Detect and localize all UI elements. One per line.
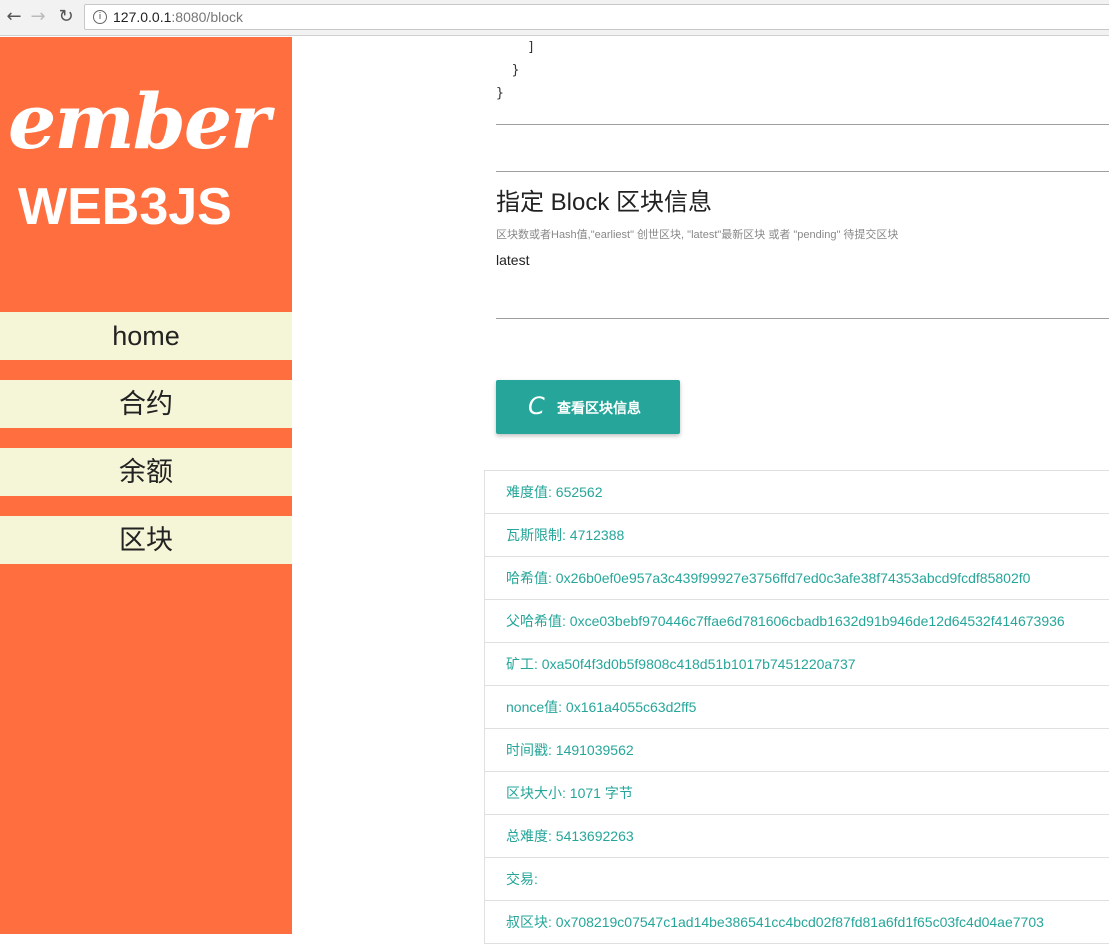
sidebar-item-contract[interactable]: 合约 bbox=[0, 380, 292, 428]
list-item-hash: 哈希值: 0x26b0ef0e957a3c439f99927e3756ffd7e… bbox=[485, 557, 1109, 600]
list-item-difficulty: 难度值: 652562 bbox=[485, 471, 1109, 514]
divider bbox=[496, 124, 1109, 125]
url-host: 127.0.0.1 bbox=[113, 9, 172, 25]
section-title: 指定 Block 区块信息 bbox=[496, 189, 713, 216]
info-icon[interactable]: i bbox=[93, 10, 107, 24]
list-item-gas-limit: 瓦斯限制: 4712388 bbox=[485, 514, 1109, 557]
address-bar[interactable]: i 127.0.0.1:8080/block bbox=[84, 4, 1109, 30]
list-item-uncles: 叔区块: 0x708219c07547c1ad14be386541cc4bcd0… bbox=[485, 901, 1109, 944]
list-item-total-difficulty: 总难度: 5413692263 bbox=[485, 815, 1109, 858]
code-line: } bbox=[496, 86, 504, 101]
forward-arrow-icon[interactable]: → bbox=[28, 7, 48, 27]
list-item-parent-hash: 父哈希值: 0xce03bebf970446c7ffae6d781606cbad… bbox=[485, 600, 1109, 643]
code-line: ] bbox=[496, 40, 536, 55]
input-underline bbox=[496, 318, 1109, 319]
url-path: :8080/block bbox=[171, 9, 243, 25]
code-line: } bbox=[496, 63, 520, 78]
sidebar-item-balance[interactable]: 余额 bbox=[0, 448, 292, 496]
json-output-tail: ] }} bbox=[496, 36, 535, 105]
ember-logo: ember bbox=[8, 77, 270, 166]
sidebar-item-home[interactable]: home bbox=[0, 312, 292, 360]
list-item-transactions: 交易: bbox=[485, 858, 1109, 901]
reload-icon[interactable]: ↻ bbox=[56, 7, 76, 27]
divider bbox=[496, 171, 1109, 172]
app-title: WEB3JS bbox=[18, 178, 232, 236]
back-arrow-icon[interactable]: ← bbox=[4, 7, 24, 27]
c-letter-icon: C bbox=[528, 392, 545, 420]
block-info-list: 难度值: 652562 瓦斯限制: 4712388 哈希值: 0x26b0ef0… bbox=[484, 470, 1109, 944]
list-item-miner: 矿工: 0xa50f4f3d0b5f9808c418d51b1017b74512… bbox=[485, 643, 1109, 686]
sidebar-item-block[interactable]: 区块 bbox=[0, 516, 292, 564]
block-number-input[interactable] bbox=[496, 248, 1109, 272]
list-item-size: 区块大小: 1071 字节 bbox=[485, 772, 1109, 815]
url-text[interactable]: 127.0.0.1:8080/block bbox=[113, 9, 243, 25]
list-item-timestamp: 时间戳: 1491039562 bbox=[485, 729, 1109, 772]
query-block-button-label: 查看区块信息 bbox=[557, 400, 641, 416]
input-hint: 区块数或者Hash值,"earliest" 创世区块, "latest"最新区块… bbox=[496, 229, 899, 241]
query-block-button[interactable]: C 查看区块信息 bbox=[496, 380, 680, 434]
list-item-nonce: nonce值: 0x161a4055c63d2ff5 bbox=[485, 686, 1109, 729]
browser-toolbar: ← → ↻ i 127.0.0.1:8080/block bbox=[0, 0, 1109, 36]
sidebar: ember WEB3JS home 合约 余额 区块 bbox=[0, 37, 292, 934]
